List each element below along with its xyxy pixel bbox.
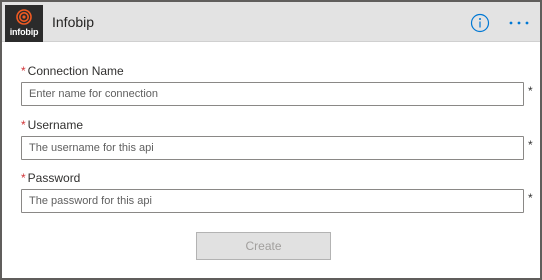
username-label: * Username [21, 118, 83, 132]
password-label-text: Password [27, 171, 81, 185]
required-asterisk: * [21, 118, 26, 132]
required-marker: * [528, 138, 533, 152]
required-marker: * [528, 84, 533, 98]
required-asterisk: * [21, 171, 26, 185]
connection-dialog: infobip Infobip *Connection Name * *User… [0, 0, 542, 280]
infobip-logo-icon [16, 9, 32, 25]
logo-text: infobip [9, 27, 39, 37]
required-asterisk: * [21, 64, 26, 78]
password-label: * Password [21, 171, 80, 185]
username-input[interactable] [21, 136, 524, 160]
create-button[interactable]: Create [196, 232, 331, 260]
connection-name-label: * Connection Name [21, 64, 124, 78]
password-input[interactable] [21, 189, 524, 213]
header-bar: infobip Infobip [2, 2, 540, 42]
infobip-logo: infobip [5, 5, 43, 42]
connection-name-input[interactable] [21, 82, 524, 106]
more-horizontal-icon [509, 21, 529, 25]
more-options-button[interactable] [508, 14, 530, 32]
info-icon [470, 13, 490, 33]
info-button[interactable] [470, 13, 490, 33]
app-title: Infobip [52, 14, 95, 30]
connection-name-label-text: Connection Name [27, 64, 124, 78]
username-label-text: Username [27, 118, 84, 132]
required-marker: * [528, 191, 533, 205]
